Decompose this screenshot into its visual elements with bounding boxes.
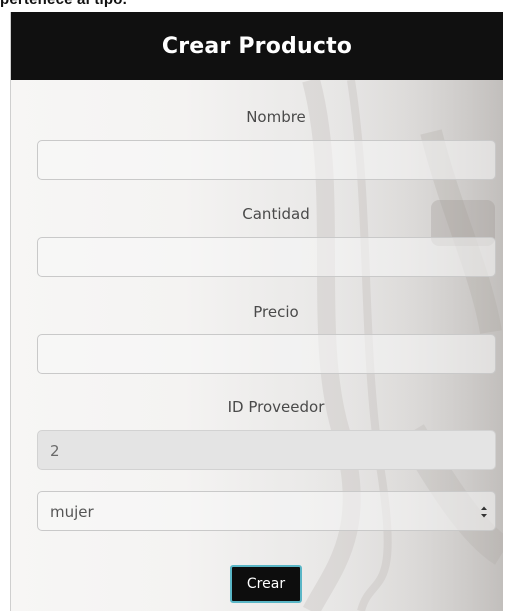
select-arrows-icon bbox=[481, 506, 487, 518]
create-product-panel: Crear Producto Nombre Cantidad Precio ID… bbox=[10, 12, 503, 611]
top-strip-text: pertenece al tipo. bbox=[0, 0, 127, 8]
id-proveedor-label: ID Proveedor bbox=[227, 398, 325, 416]
category-select[interactable]: mujer bbox=[37, 491, 496, 531]
create-button-label: Crear bbox=[246, 576, 286, 592]
top-strip: pertenece al tipo. bbox=[0, 0, 510, 12]
precio-label: Precio bbox=[253, 303, 299, 321]
precio-input[interactable] bbox=[37, 334, 496, 374]
page: pertenece al tipo. Crear Producto Nombre bbox=[0, 0, 510, 611]
create-button[interactable]: Crear bbox=[230, 565, 302, 603]
form-header: Crear Producto bbox=[11, 12, 503, 80]
nombre-label: Nombre bbox=[246, 108, 306, 126]
form-title: Crear Producto bbox=[161, 33, 353, 59]
cantidad-label: Cantidad bbox=[242, 205, 310, 223]
nombre-input[interactable] bbox=[37, 140, 496, 180]
id-proveedor-input[interactable]: 2 bbox=[37, 430, 496, 470]
cantidad-input[interactable] bbox=[37, 237, 496, 277]
category-select-value: mujer bbox=[50, 503, 94, 521]
id-proveedor-value: 2 bbox=[50, 442, 60, 460]
